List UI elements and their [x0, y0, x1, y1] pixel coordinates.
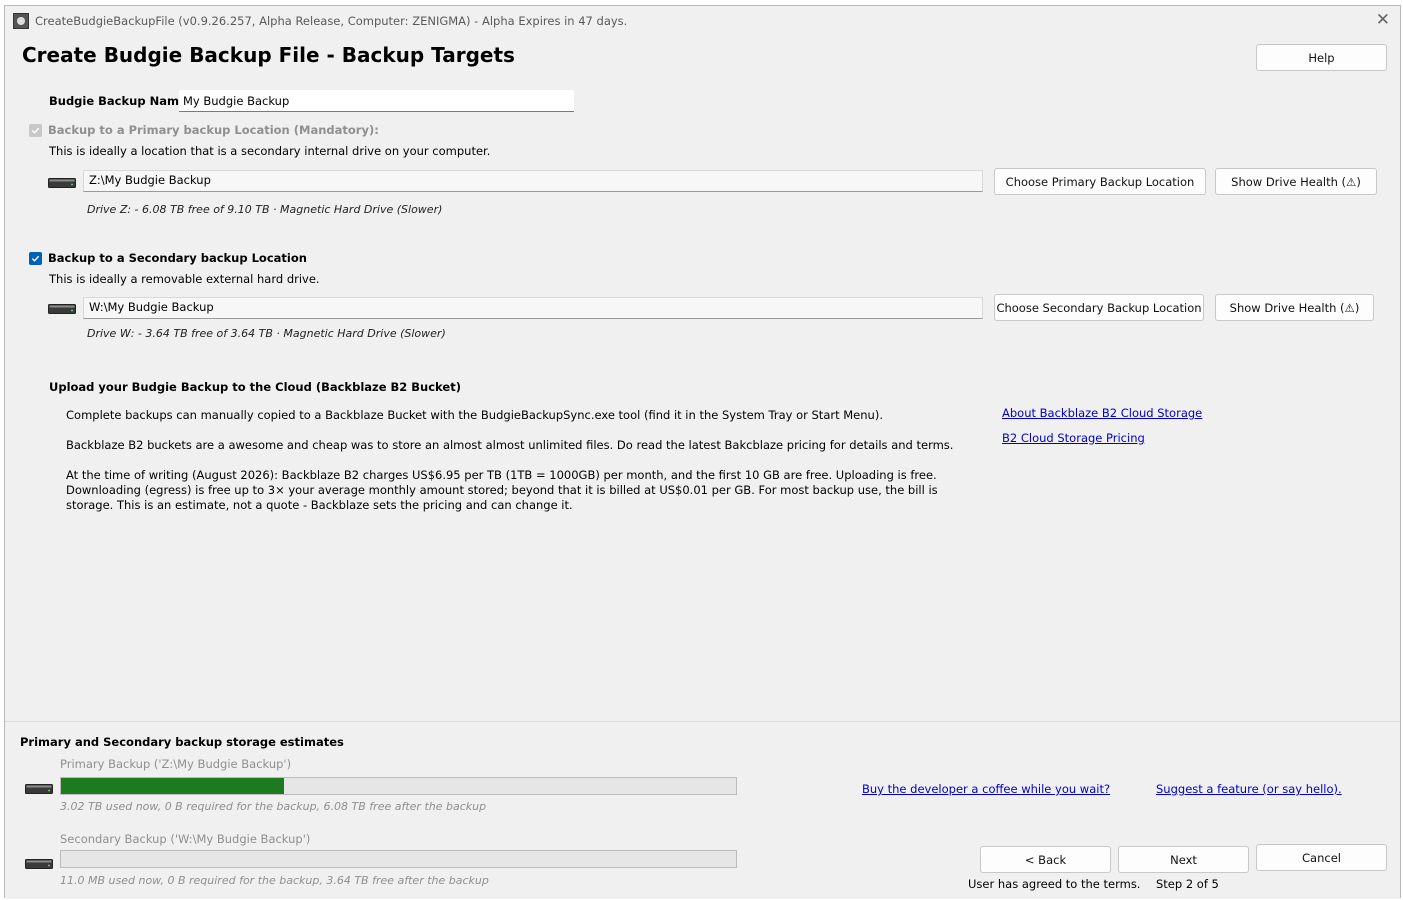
terms-status: User has agreed to the terms.	[968, 877, 1141, 891]
b2-pricing-link[interactable]: B2 Cloud Storage Pricing	[1002, 431, 1145, 445]
check-icon	[31, 127, 40, 134]
hard-drive-icon	[48, 304, 76, 314]
next-button[interactable]: Next	[1118, 846, 1249, 873]
app-icon	[13, 13, 29, 29]
cloud-paragraph-1: Complete backups can manually copied to …	[66, 408, 883, 422]
cancel-button[interactable]: Cancel	[1256, 844, 1387, 871]
secondary-backup-checkbox[interactable]	[29, 252, 42, 265]
cloud-paragraph-3: At the time of writing (August 2026): Ba…	[66, 468, 938, 512]
help-button[interactable]: Help	[1256, 44, 1387, 71]
title-bar: CreateBudgieBackupFile (v0.9.26.257, Alp…	[5, 6, 1400, 36]
primary-backup-label: Backup to a Primary backup Location (Man…	[48, 123, 379, 137]
hard-drive-icon	[48, 178, 76, 188]
primary-drive-health-button[interactable]: Show Drive Health (⚠)	[1215, 168, 1377, 195]
estimates-panel: Primary and Secondary backup storage est…	[5, 721, 1400, 899]
cloud-heading: Upload your Budgie Backup to the Cloud (…	[49, 380, 461, 394]
secondary-drive-health-button[interactable]: Show Drive Health (⚠)	[1215, 294, 1374, 321]
secondary-storage-progress	[60, 850, 737, 868]
primary-drive-info: Drive Z: - 6.08 TB free of 9.10 TB · Mag…	[87, 203, 443, 216]
primary-path-field[interactable]: Z:\My Budgie Backup	[83, 170, 983, 192]
main-window: CreateBudgieBackupFile (v0.9.26.257, Alp…	[4, 5, 1401, 899]
hard-drive-icon	[25, 784, 53, 794]
check-icon	[31, 255, 40, 262]
primary-backup-checkbox	[29, 124, 42, 137]
backup-name-input[interactable]	[179, 90, 574, 112]
choose-primary-location-button[interactable]: Choose Primary Backup Location	[994, 168, 1206, 195]
choose-secondary-location-button[interactable]: Choose Secondary Backup Location	[994, 294, 1204, 321]
primary-estimate-label: Primary Backup ('Z:\My Budgie Backup')	[60, 757, 292, 771]
secondary-estimate-label: Secondary Backup ('W:\My Budgie Backup')	[60, 832, 311, 846]
hard-drive-icon	[25, 859, 53, 869]
about-backblaze-link[interactable]: About Backblaze B2 Cloud Storage	[1002, 406, 1202, 420]
primary-storage-progress	[60, 777, 737, 795]
secondary-drive-info: Drive W: - 3.64 TB free of 3.64 TB · Mag…	[87, 327, 446, 340]
step-indicator: Step 2 of 5	[1156, 877, 1219, 891]
secondary-estimate-detail: 11.0 MB used now, 0 B required for the b…	[60, 874, 489, 887]
primary-estimate-detail: 3.02 TB used now, 0 B required for the b…	[60, 800, 487, 813]
buy-coffee-link[interactable]: Buy the developer a coffee while you wai…	[862, 782, 1110, 796]
primary-description: This is ideally a location that is a sec…	[49, 144, 491, 158]
window-title: CreateBudgieBackupFile (v0.9.26.257, Alp…	[35, 14, 628, 28]
secondary-path-field[interactable]: W:\My Budgie Backup	[83, 297, 983, 319]
backup-name-label: Budgie Backup Name:	[49, 94, 192, 108]
primary-storage-fill	[61, 778, 284, 794]
secondary-description: This is ideally a removable external har…	[49, 272, 320, 286]
suggest-feature-link[interactable]: Suggest a feature (or say hello).	[1156, 782, 1342, 796]
back-button[interactable]: < Back	[980, 846, 1111, 873]
close-icon[interactable]: ✕	[1376, 10, 1390, 30]
secondary-backup-label[interactable]: Backup to a Secondary backup Location	[48, 251, 307, 265]
estimates-heading: Primary and Secondary backup storage est…	[20, 735, 344, 749]
cloud-paragraph-2: Backblaze B2 buckets are a awesome and c…	[66, 438, 954, 452]
page-title: Create Budgie Backup File - Backup Targe…	[22, 43, 515, 67]
